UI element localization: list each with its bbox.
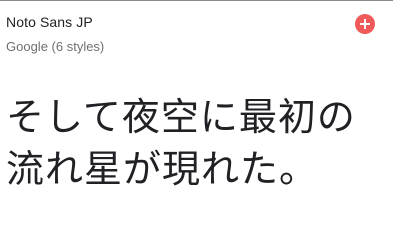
font-sample-text[interactable]: そして夜空に最初の 流れ星が現れた。: [6, 91, 386, 195]
sample-line-2: 流れ星が現れた。: [6, 147, 319, 191]
plus-icon: [360, 19, 370, 29]
font-family-name[interactable]: Noto Sans JP: [6, 14, 93, 30]
font-card: Noto Sans JP Google (6 styles) そして夜空に最初の…: [0, 0, 393, 218]
font-family-meta: Google (6 styles): [6, 39, 105, 54]
sample-line-1: そして夜空に最初の: [6, 95, 356, 139]
add-font-button[interactable]: [355, 14, 375, 34]
